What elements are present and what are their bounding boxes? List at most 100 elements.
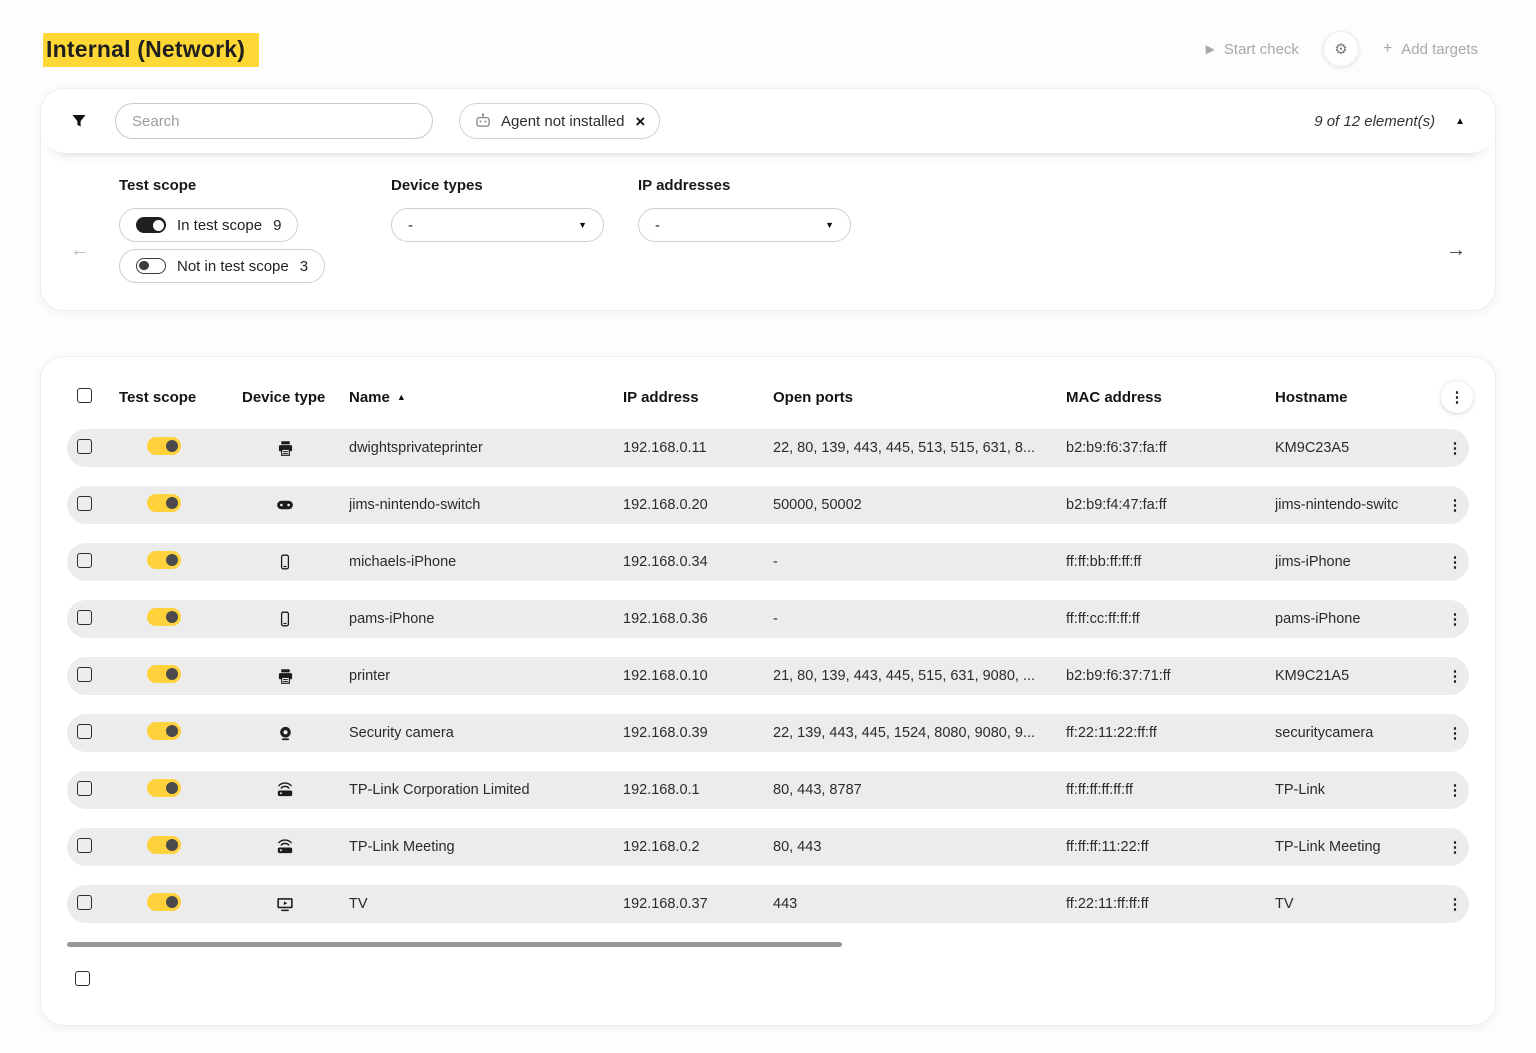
row-menu-icon[interactable]: ⋮ [1448,726,1463,741]
test-scope-toggle[interactable] [147,437,181,455]
row-checkbox[interactable] [77,667,92,682]
ip-address: 192.168.0.36 [623,611,773,627]
camera-icon [276,724,294,742]
test-scope-filter-group: Test scope In test scope 9 Not in test s… [119,177,325,283]
table-header: Test scope Device type Name ▲ IP address… [67,377,1469,417]
open-ports: 22, 80, 139, 443, 445, 513, 515, 631, 8.… [773,440,1066,456]
ip-address: 192.168.0.2 [623,839,773,855]
collapse-filters-icon[interactable]: ▲ [1455,116,1465,127]
table-row: TP-Link Meeting 192.168.0.2 80, 443 ff:f… [67,828,1469,866]
printer-icon [276,667,294,685]
not-in-test-scope-label: Not in test scope [177,258,289,275]
test-scope-label: Test scope [119,177,325,194]
device-name: dwightsprivateprinter [349,440,623,456]
device-name: TV [349,896,623,912]
row-menu-icon[interactable]: ⋮ [1448,441,1463,456]
test-scope-toggle[interactable] [147,722,181,740]
horizontal-scrollbar[interactable] [67,942,842,947]
ip-address: 192.168.0.11 [623,440,773,456]
start-check-label: Start check [1224,41,1299,58]
ip-addresses-select[interactable]: - ▼ [638,208,851,242]
gamepad-icon [276,496,294,514]
ip-address: 192.168.0.37 [623,896,773,912]
filters-scroll-right-button[interactable]: → [1437,231,1475,269]
mac-address: b2:b9:f6:37:71:ff [1066,668,1275,684]
row-checkbox[interactable] [77,496,92,511]
test-scope-toggle[interactable] [147,494,181,512]
search-input[interactable] [115,103,433,139]
column-name[interactable]: Name ▲ [349,389,623,406]
mac-address: ff:ff:bb:ff:ff:ff [1066,554,1275,570]
row-menu-icon[interactable]: ⋮ [1448,498,1463,513]
footer-checkbox[interactable] [75,971,90,986]
device-name: Security camera [349,725,623,741]
in-test-scope-filter[interactable]: In test scope 9 [119,208,298,242]
router-icon [276,838,294,856]
plus-icon: + [1383,40,1392,58]
top-actions: ▶ Start check ⚙ + Add targets [1196,31,1488,67]
chip-close-icon[interactable]: × [635,113,645,130]
mac-address: ff:ff:cc:ff:ff:ff [1066,611,1275,627]
open-ports: 50000, 50002 [773,497,1066,513]
table-row: pams-iPhone 192.168.0.36 - ff:ff:cc:ff:f… [67,600,1469,638]
open-ports: 443 [773,896,1066,912]
column-mac-address: MAC address [1066,389,1275,406]
start-check-button[interactable]: ▶ Start check [1196,35,1309,64]
hostname: pams-iPhone [1275,611,1441,627]
settings-button[interactable]: ⚙ [1323,31,1359,67]
mac-address: ff:ff:ff:ff:ff:ff [1066,782,1275,798]
row-menu-icon[interactable]: ⋮ [1448,555,1463,570]
filter-icon[interactable] [71,113,87,129]
row-menu-icon[interactable]: ⋮ [1448,783,1463,798]
open-ports: - [773,611,1066,627]
row-checkbox[interactable] [77,895,92,910]
device-types-label: Device types [391,177,604,194]
targets-table-card: Test scope Device type Name ▲ IP address… [40,356,1496,1026]
mac-address: b2:b9:f4:47:fa:ff [1066,497,1275,513]
add-targets-label: Add targets [1401,41,1478,58]
filters-scroll-left-button[interactable]: ← [61,231,99,269]
row-menu-icon[interactable]: ⋮ [1448,612,1463,627]
printer-icon [276,439,294,457]
device-types-filter-group: Device types - ▼ [391,177,604,242]
select-all-checkbox[interactable] [77,388,92,403]
table-row: dwightsprivateprinter 192.168.0.11 22, 8… [67,429,1469,467]
test-scope-toggle[interactable] [147,779,181,797]
row-menu-icon[interactable]: ⋮ [1448,840,1463,855]
device-types-select[interactable]: - ▼ [391,208,604,242]
row-menu-icon[interactable]: ⋮ [1448,669,1463,684]
row-checkbox[interactable] [77,838,92,853]
device-name: michaels-iPhone [349,554,623,570]
open-ports: 21, 80, 139, 443, 445, 515, 631, 9080, .… [773,668,1066,684]
row-checkbox[interactable] [77,553,92,568]
row-checkbox[interactable] [77,781,92,796]
row-menu-icon[interactable]: ⋮ [1448,897,1463,912]
ip-address: 192.168.0.34 [623,554,773,570]
hostname: TP-Link Meeting [1275,839,1441,855]
test-scope-toggle[interactable] [147,893,181,911]
table-row: TP-Link Corporation Limited 192.168.0.1 … [67,771,1469,809]
table-options-button[interactable]: ⋮ [1441,381,1473,413]
column-test-scope: Test scope [119,389,242,406]
row-checkbox[interactable] [77,439,92,454]
device-types-value: - [408,217,413,234]
test-scope-toggle[interactable] [147,551,181,569]
not-in-test-scope-count: 3 [300,258,308,275]
test-scope-toggle[interactable] [147,608,181,626]
mac-address: ff:ff:ff:11:22:ff [1066,839,1275,855]
device-name: printer [349,668,623,684]
hostname: jims-nintendo-switc [1275,497,1441,513]
test-scope-toggle[interactable] [147,836,181,854]
open-ports: 80, 443 [773,839,1066,855]
table-body: dwightsprivateprinter 192.168.0.11 22, 8… [41,429,1495,923]
filter-chip-agent-not-installed[interactable]: Agent not installed × [459,103,660,139]
add-targets-button[interactable]: + Add targets [1373,34,1488,64]
test-scope-toggle[interactable] [147,665,181,683]
not-in-test-scope-filter[interactable]: Not in test scope 3 [119,249,325,283]
table-row: jims-nintendo-switch 192.168.0.20 50000,… [67,486,1469,524]
row-checkbox[interactable] [77,610,92,625]
row-checkbox[interactable] [77,724,92,739]
ip-address: 192.168.0.1 [623,782,773,798]
chevron-down-icon: ▼ [578,220,587,230]
mac-address: b2:b9:f6:37:fa:ff [1066,440,1275,456]
